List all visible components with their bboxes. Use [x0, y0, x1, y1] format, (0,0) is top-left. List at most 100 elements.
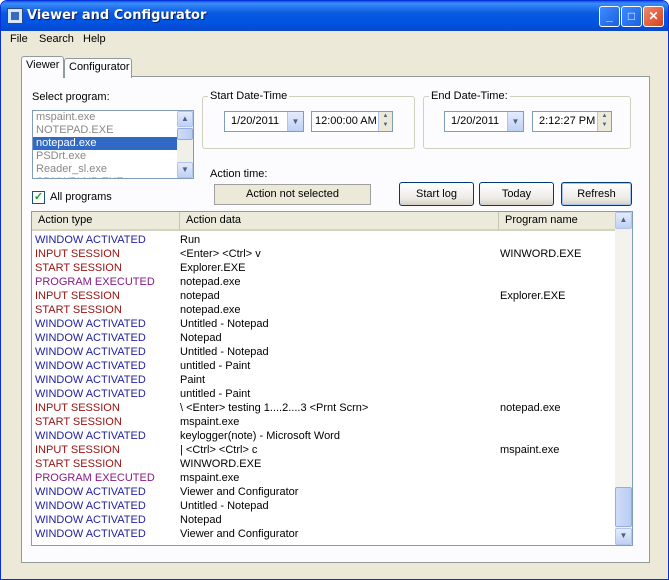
scroll-down-icon[interactable]: ▼ — [177, 162, 193, 178]
table-row[interactable]: INPUT SESSION \ <Enter> testing 1....2...… — [32, 401, 615, 415]
cell-action-type: START SESSION — [35, 458, 122, 470]
app-icon — [7, 8, 23, 24]
menu-help[interactable]: Help — [83, 33, 106, 45]
table-row[interactable]: INPUT SESSION | <Ctrl> <Ctrl> c mspaint.ex… — [32, 443, 615, 457]
start-date-picker[interactable]: 1/20/2011 ▼ — [224, 111, 304, 132]
column-program-name[interactable]: Program name — [499, 212, 615, 230]
program-list-item[interactable]: PSDrt.exe — [33, 150, 193, 163]
cell-action-data: Viewer and Configurator — [180, 528, 299, 540]
table-row[interactable]: START SESSION mspaint.exe — [32, 415, 615, 429]
spin-up-icon[interactable]: ▲ — [598, 112, 611, 121]
table-scrollbar[interactable]: ▲ ▼ — [615, 212, 632, 545]
scroll-down-icon[interactable]: ▼ — [615, 528, 632, 545]
end-time-value: 2:12:27 PM — [539, 115, 596, 127]
start-time-picker[interactable]: 12:00:00 AM ▲ ▼ — [311, 111, 393, 132]
cell-action-data: notepad.exe — [180, 276, 241, 288]
listbox-scrollbar[interactable]: ▲ ▼ — [177, 111, 193, 178]
column-action-type[interactable]: Action type — [32, 212, 180, 230]
table-row[interactable]: WINDOW ACTIVATED Untitled - Notepad — [32, 345, 615, 359]
cell-action-type: WINDOW ACTIVATED — [35, 528, 146, 540]
menu-search[interactable]: Search — [39, 33, 74, 45]
program-listbox[interactable]: mspaint.exe NOTEPAD.EXE notepad.exe PSDrt.e… — [32, 110, 194, 179]
cell-action-data: <Enter> <Ctrl> v — [180, 248, 261, 260]
cell-action-type: WINDOW ACTIVATED — [35, 486, 146, 498]
table-row[interactable]: START SESSION notepad.exe — [32, 303, 615, 317]
refresh-button[interactable]: Refresh — [561, 182, 632, 206]
scroll-up-icon[interactable]: ▲ — [177, 111, 193, 127]
cell-program-name: WINWORD.EXE — [500, 248, 582, 260]
start-date-value: 1/20/2011 — [231, 115, 280, 127]
action-log-table: Action type Action data Program name WIN… — [31, 211, 633, 546]
table-row[interactable]: PROGRAM EXECUTED notepad.exe — [32, 275, 615, 289]
all-programs-checkbox[interactable]: ✓ — [32, 191, 45, 204]
cell-action-type: START SESSION — [35, 262, 122, 274]
table-row[interactable]: WINDOW ACTIVATED Untitled - Notepad — [32, 317, 615, 331]
start-datetime-title: Start Date-Time — [208, 90, 290, 102]
table-row[interactable]: PROGRAM EXECUTED mspaint.exe — [32, 471, 615, 485]
cell-action-data: Untitled - Notepad — [180, 318, 269, 330]
action-time-label: Action time: — [210, 168, 268, 180]
program-list-item[interactable]: SDNWPLNB.EXE — [33, 176, 193, 178]
tab-viewer[interactable]: Viewer — [21, 56, 64, 78]
spin-down-icon[interactable]: ▼ — [598, 121, 611, 130]
chevron-down-icon[interactable]: ▼ — [287, 112, 303, 131]
maximize-button[interactable]: □ — [621, 6, 642, 27]
cell-action-type: WINDOW ACTIVATED — [35, 332, 146, 344]
table-row[interactable]: START SESSION Explorer.EXE — [32, 261, 615, 275]
cell-action-type: PROGRAM EXECUTED — [35, 276, 155, 288]
table-row[interactable]: WINDOW ACTIVATED keylogger(note) - Micros… — [32, 429, 615, 443]
title-bar[interactable]: Viewer and Configurator _ □ ✕ — [1, 1, 668, 31]
cell-action-type: WINDOW ACTIVATED — [35, 500, 146, 512]
table-row[interactable]: WINDOW ACTIVATED Untitled - Notepad — [32, 499, 615, 513]
start-log-button[interactable]: Start log — [399, 182, 474, 206]
minimize-button[interactable]: _ — [599, 6, 620, 27]
all-programs-label: All programs — [50, 191, 112, 203]
table-row[interactable]: WINDOW ACTIVATED Notepad — [32, 513, 615, 527]
table-row[interactable]: WINDOW ACTIVATED untitled - Paint — [32, 387, 615, 401]
table-row[interactable]: WINDOW ACTIVATED Notepad — [32, 331, 615, 345]
spin-up-icon[interactable]: ▲ — [379, 112, 392, 121]
end-time-spinner[interactable]: ▲ ▼ — [597, 112, 611, 131]
cell-action-type: INPUT SESSION — [35, 290, 120, 302]
program-list-item[interactable]: Reader_sl.exe — [33, 163, 193, 176]
table-row[interactable]: INPUT SESSION <Enter> <Ctrl> v WINWORD.EX… — [32, 247, 615, 261]
table-row[interactable]: WINDOW ACTIVATED Run — [32, 233, 615, 247]
cell-action-data: Run — [180, 234, 201, 246]
select-program-label: Select program: — [32, 91, 110, 103]
tab-configurator[interactable]: Configurator — [64, 58, 132, 78]
table-row[interactable]: WINDOW ACTIVATED Paint — [32, 373, 615, 387]
app-window: Viewer and Configurator _ □ ✕ File Searc… — [0, 0, 669, 580]
scroll-thumb[interactable] — [615, 487, 632, 527]
program-list-item[interactable]: notepad.exe — [33, 137, 193, 150]
cell-action-data: notepad — [180, 290, 220, 302]
cell-action-type: INPUT SESSION — [35, 248, 120, 260]
action-time-field: Action not selected — [214, 184, 371, 205]
cell-program-name: notepad.exe — [500, 402, 561, 414]
start-time-spinner[interactable]: ▲ ▼ — [378, 112, 392, 131]
cell-action-type: WINDOW ACTIVATED — [35, 234, 146, 246]
table-row[interactable]: INPUT SESSION notepad Explorer.EXE — [32, 289, 615, 303]
today-button[interactable]: Today — [479, 182, 554, 206]
close-button[interactable]: ✕ — [643, 6, 664, 27]
cell-action-data: Notepad — [180, 514, 222, 526]
menu-file[interactable]: File — [10, 33, 28, 45]
column-action-data[interactable]: Action data — [180, 212, 499, 230]
cell-action-type: START SESSION — [35, 304, 122, 316]
program-list-item[interactable]: NOTEPAD.EXE — [33, 124, 193, 137]
table-row[interactable]: START SESSION WINWORD.EXE — [32, 457, 615, 471]
program-list-item[interactable]: mspaint.exe — [33, 111, 193, 124]
table-row[interactable]: WINDOW ACTIVATED untitled - Paint — [32, 359, 615, 373]
spin-down-icon[interactable]: ▼ — [379, 121, 392, 130]
end-date-picker[interactable]: 1/20/2011 ▼ — [444, 111, 524, 132]
end-time-picker[interactable]: 2:12:27 PM ▲ ▼ — [532, 111, 612, 132]
table-row[interactable]: WINDOW ACTIVATED Viewer and Configurator — [32, 527, 615, 541]
chevron-down-icon[interactable]: ▼ — [507, 112, 523, 131]
scroll-up-icon[interactable]: ▲ — [615, 212, 632, 229]
cell-action-data: | <Ctrl> <Ctrl> c — [180, 444, 258, 456]
cell-action-data: Untitled - Notepad — [180, 346, 269, 358]
table-header: Action type Action data Program name — [32, 212, 615, 231]
scroll-thumb[interactable] — [177, 128, 193, 140]
cell-action-data: notepad.exe — [180, 304, 241, 316]
table-row[interactable]: WINDOW ACTIVATED Viewer and Configurator — [32, 485, 615, 499]
table-body: WINDOW ACTIVATED Run INPUT SESSION <Enter>… — [32, 233, 615, 541]
